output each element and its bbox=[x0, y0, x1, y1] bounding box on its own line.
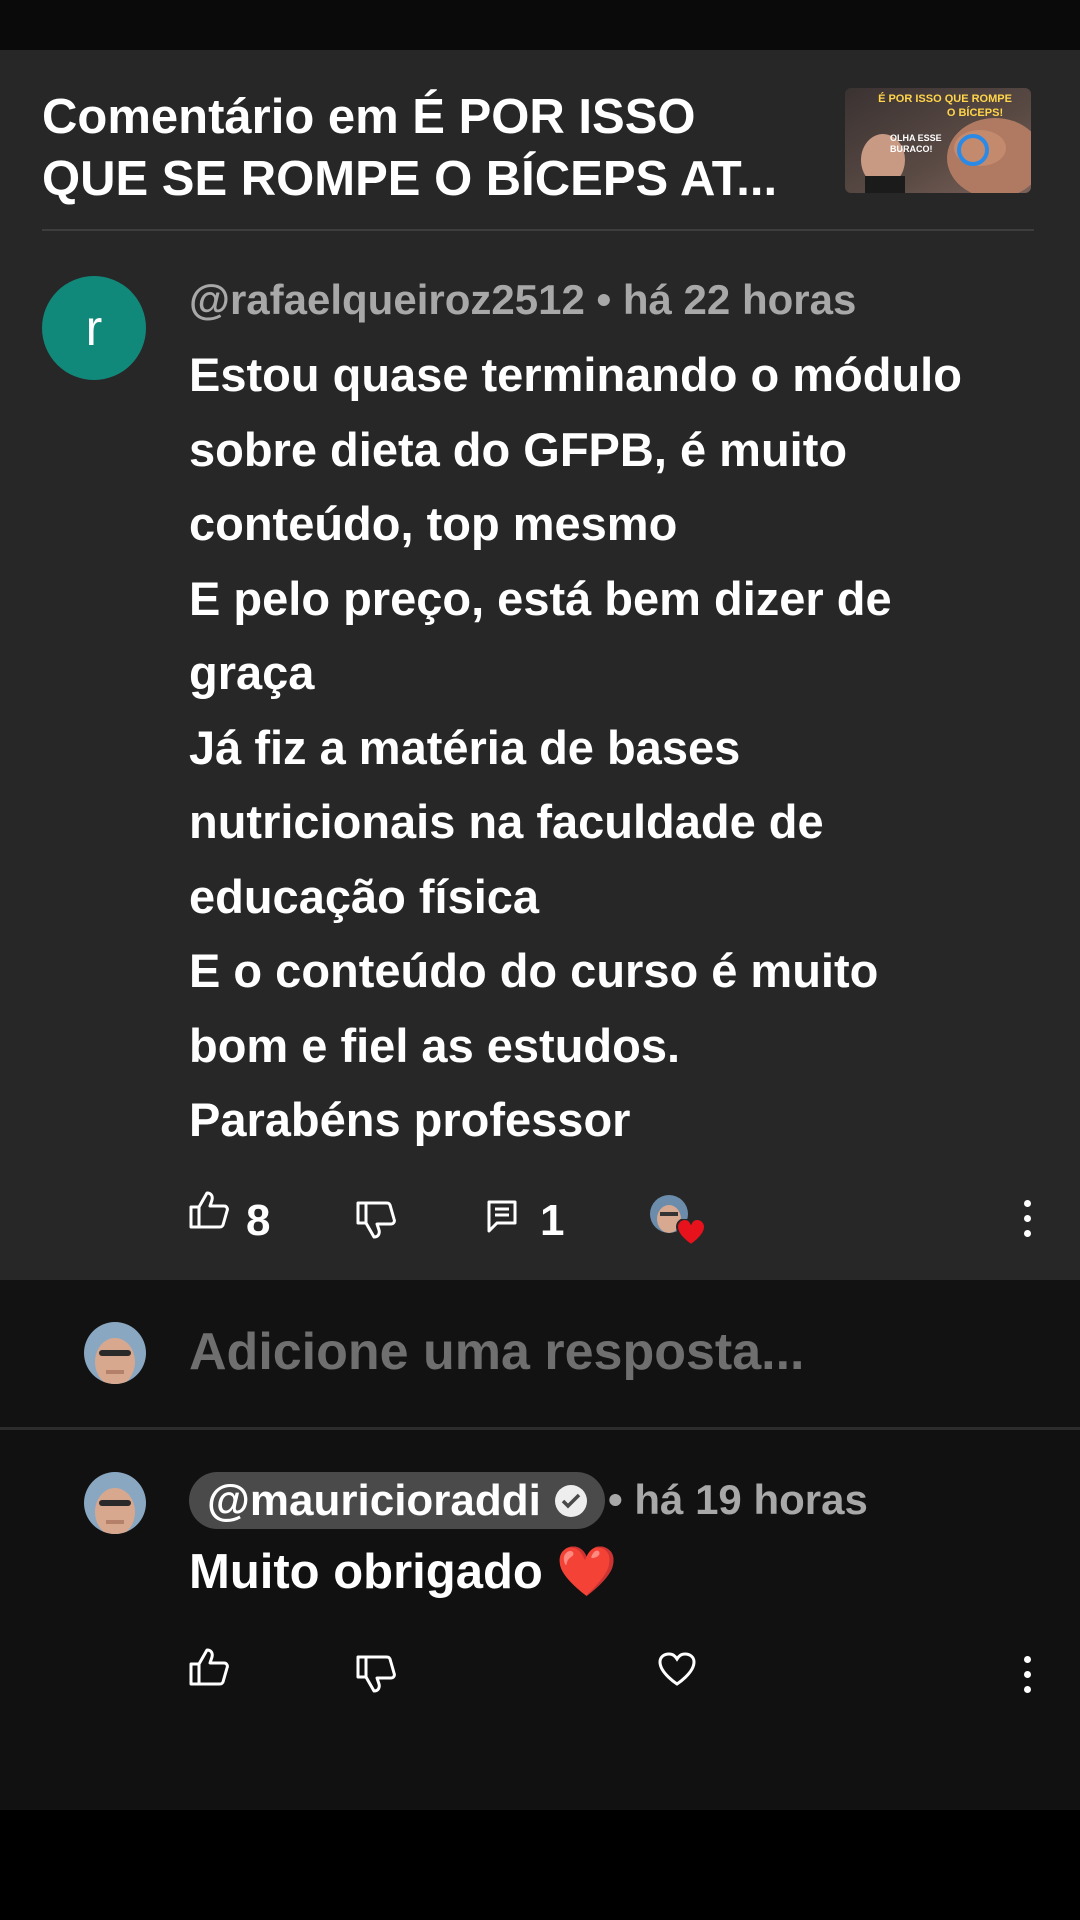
reply-more-options-icon[interactable] bbox=[1024, 1656, 1032, 1693]
comment-line: graça bbox=[189, 646, 315, 699]
avatar[interactable]: r bbox=[42, 276, 146, 380]
header-divider bbox=[42, 229, 1034, 231]
thumbs-up-icon bbox=[189, 1191, 229, 1229]
page-title: Comentário em É POR ISSO QUE SE ROMPE O … bbox=[42, 90, 778, 206]
thumbnail-title-line2: O BÍCEPS! bbox=[947, 106, 1003, 119]
comment-author[interactable]: @rafaelqueiroz2512 bbox=[189, 276, 585, 323]
reply-author-badge[interactable]: @mauricioraddi bbox=[189, 1472, 605, 1529]
meta-separator: • bbox=[608, 1476, 623, 1523]
bottom-area bbox=[0, 1810, 1080, 1920]
user-avatar bbox=[84, 1322, 146, 1384]
comment-line: educação física bbox=[189, 869, 540, 923]
comment-line: conteúdo, top mesmo bbox=[189, 497, 678, 550]
more-options-icon[interactable] bbox=[1024, 1200, 1032, 1237]
comment-icon bbox=[487, 1200, 517, 1233]
comment-line: nutricionais na faculdade de bbox=[189, 795, 824, 848]
reply-text: Muito obrigado ❤️ bbox=[189, 1545, 618, 1599]
reply-time: há 19 horas bbox=[634, 1476, 868, 1523]
comment-line: E pelo preço, está bem dizer de bbox=[189, 571, 892, 625]
reply-dislike-button[interactable] bbox=[355, 1654, 397, 1699]
comment-time: há 22 horas bbox=[622, 276, 857, 323]
reply-input[interactable]: Adicione uma resposta... bbox=[189, 1322, 805, 1382]
reply-author: @mauricioraddi bbox=[207, 1475, 541, 1525]
comment-meta: @rafaelqueiroz2512 • há 22 horas bbox=[189, 276, 856, 324]
reply-like-button[interactable] bbox=[188, 1647, 230, 1692]
verified-icon bbox=[554, 1484, 587, 1517]
reply-count: 1 bbox=[540, 1196, 565, 1245]
reply-meta: • há 19 horas bbox=[608, 1476, 868, 1524]
like-button[interactable] bbox=[188, 1190, 230, 1235]
reply-avatar[interactable] bbox=[84, 1472, 146, 1534]
comment-body: Estou quase terminando o módulo sobre di… bbox=[189, 338, 1049, 1158]
meta-separator: • bbox=[596, 276, 612, 323]
thumbnail-badge-line2: BURACO! bbox=[890, 144, 933, 154]
like-count: 8 bbox=[246, 1196, 271, 1245]
comment-line: E o conteúdo do curso é muito bbox=[189, 944, 879, 997]
thumbs-up-icon bbox=[189, 1648, 229, 1686]
status-bar bbox=[0, 0, 1080, 50]
thumbnail-title-line1: É POR ISSO QUE ROMPE bbox=[878, 92, 1012, 105]
comment-line: sobre dieta do GFPB, é muito bbox=[189, 422, 848, 476]
comment-line: bom e fiel as estudos. bbox=[189, 1018, 681, 1072]
replies-button[interactable] bbox=[487, 1200, 517, 1239]
comment-line: Parabéns professor bbox=[189, 1093, 631, 1146]
comment-line: Estou quase terminando o módulo bbox=[189, 348, 962, 401]
heart-button[interactable] bbox=[657, 1651, 697, 1692]
heart-icon bbox=[676, 1219, 706, 1246]
thumbnail-badge-line1: OLHA ESSE bbox=[890, 133, 942, 143]
dislike-button[interactable] bbox=[355, 1200, 397, 1245]
video-thumbnail[interactable]: É POR ISSO QUE ROMPE O BÍCEPS! OLHA ESSE… bbox=[845, 88, 1031, 193]
avatar-letter: r bbox=[85, 300, 103, 356]
thumbs-down-icon bbox=[356, 1201, 396, 1239]
comment-line: Já fiz a matéria de bases bbox=[189, 720, 741, 774]
heart-outline-icon bbox=[658, 1652, 696, 1686]
thumbs-down-icon bbox=[356, 1655, 396, 1693]
